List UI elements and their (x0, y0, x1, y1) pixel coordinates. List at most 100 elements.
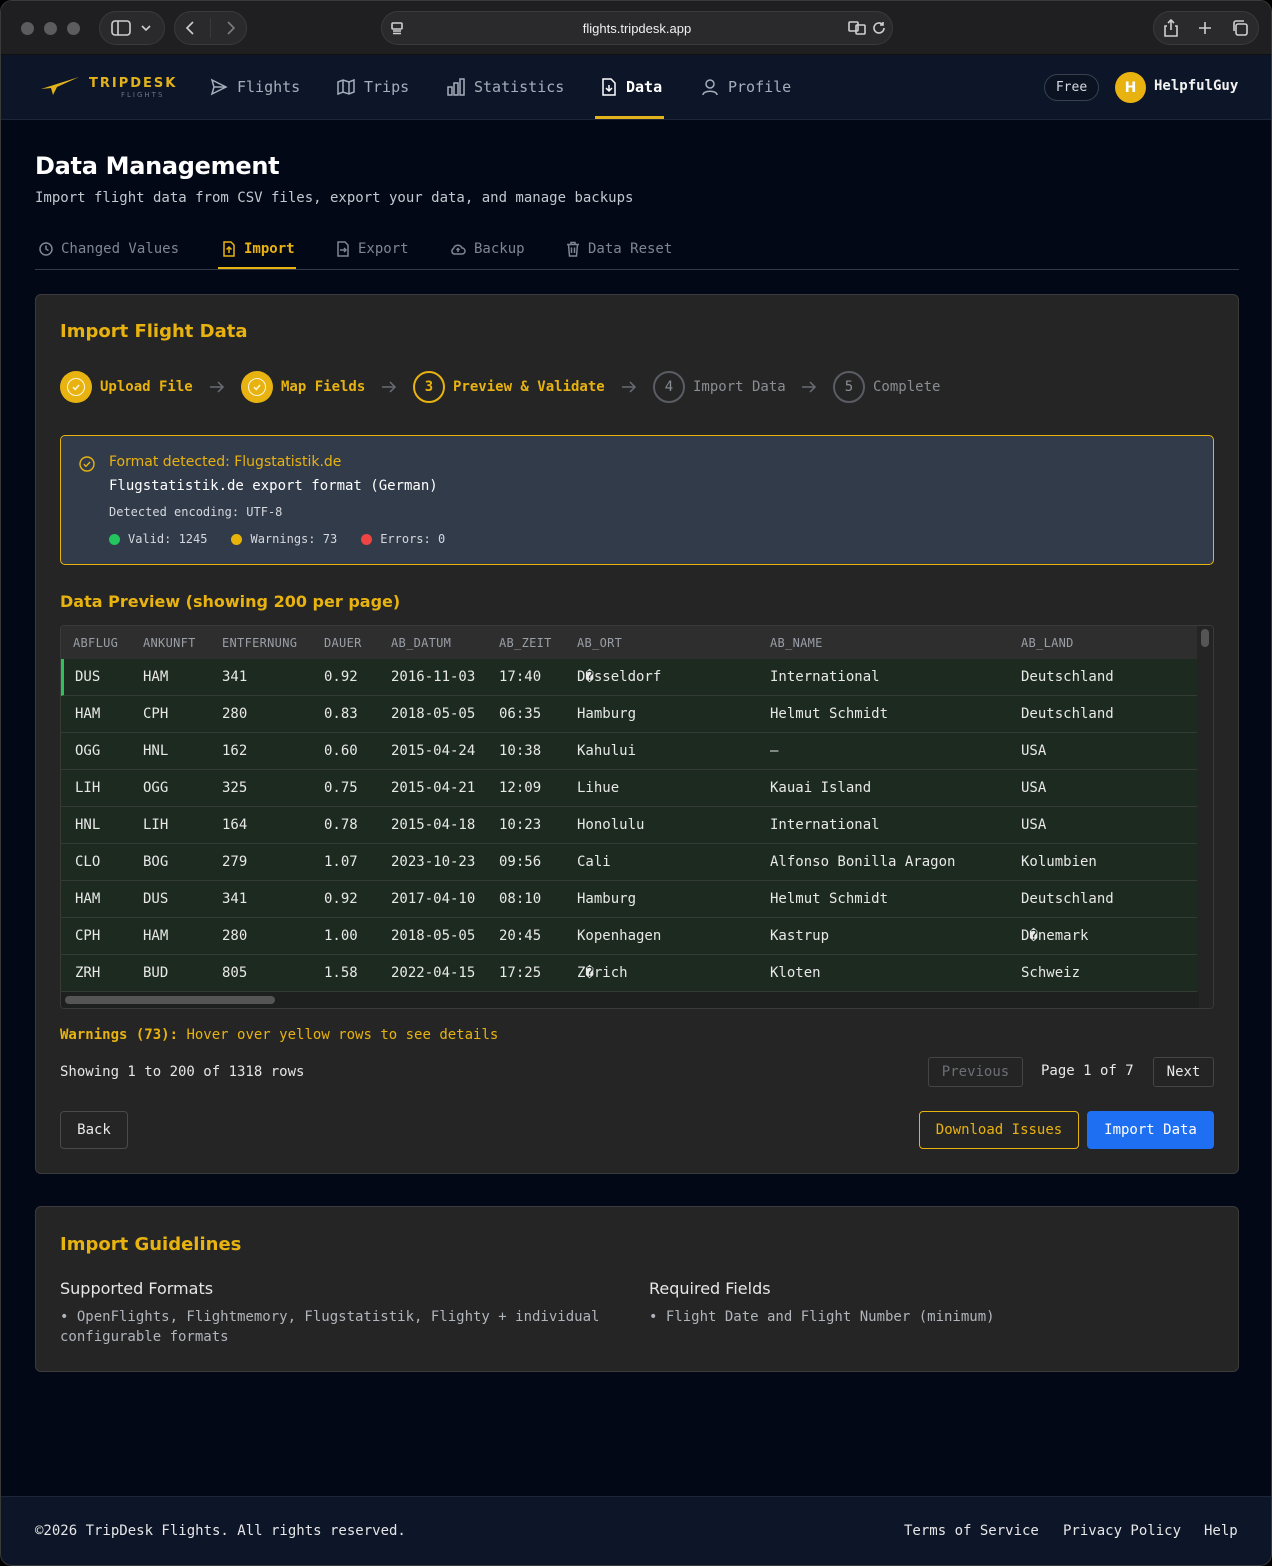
table-cell: 0.92 (324, 669, 358, 685)
column-header[interactable]: AB_NAME (770, 636, 823, 650)
table-row[interactable]: LIH OGG 325 0.75 2015-04-21 12:09 Lihue Kauai I… (61, 770, 1199, 807)
table-cell: 2022-04-15 (391, 965, 476, 981)
nav-data-label: Data (626, 78, 663, 96)
table-cell: 164 (222, 817, 248, 833)
previous-page-button[interactable]: Previous (928, 1057, 1023, 1087)
step-complete[interactable]: 5 Complete (833, 370, 940, 404)
tab-backup[interactable]: Backup (450, 241, 525, 257)
terms-link[interactable]: Terms of Service (904, 1523, 1039, 1539)
plan-badge[interactable]: Free (1044, 74, 1099, 101)
copyright: ©2026 TripDesk Flights. All rights reser… (35, 1523, 406, 1539)
table-row[interactable]: HAM DUS 341 0.92 2017-04-10 08:10 Hamburg Helmu… (61, 881, 1199, 918)
table-row[interactable]: DUS HAM 341 0.92 2016-11-03 17:40 D�sseldorf In… (61, 659, 1199, 696)
nav-statistics[interactable]: Statistics (447, 55, 564, 119)
table-row[interactable]: CPH HAM 280 1.00 2018-05-05 20:45 Kopenhagen Ka… (61, 918, 1199, 955)
translate-icon[interactable] (848, 21, 866, 35)
nav-profile[interactable]: Profile (701, 55, 791, 119)
column-header[interactable]: ABFLUG (73, 636, 118, 650)
table-row[interactable]: HAM CPH 280 0.83 2018-05-05 06:35 Hamburg Helmu… (61, 696, 1199, 733)
column-header[interactable]: AB_ZEIT (499, 636, 552, 650)
table-row[interactable]: HNL LIH 164 0.78 2015-04-18 10:23 Honolulu Inte… (61, 807, 1199, 844)
table-cell: LIH (143, 817, 169, 833)
step-map-fields[interactable]: Map Fields (241, 370, 365, 404)
tab-overview-icon[interactable] (1231, 19, 1249, 37)
nav-trips-label: Trips (364, 78, 410, 96)
map-icon (337, 78, 355, 96)
download-issues-button[interactable]: Download Issues (919, 1111, 1079, 1149)
table-row[interactable]: ZRH BUD 805 1.58 2022-04-15 17:25 Z�rich Kloten… (61, 955, 1199, 992)
tab-data-reset[interactable]: Data Reset (566, 241, 672, 257)
table-cell: USA (1021, 817, 1047, 833)
preview-table[interactable]: ABFLUG ANKUNFT ENTFERNUNG DAUER AB_DATUM… (60, 625, 1214, 1009)
arrow-right-icon (209, 379, 225, 398)
table-cell: 12:09 (499, 780, 542, 796)
table-cell: Kopenhagen (577, 928, 662, 944)
step-number: 5 (833, 371, 865, 403)
column-header[interactable]: AB_LAND (1021, 636, 1074, 650)
avatar[interactable]: H (1115, 72, 1146, 103)
reload-icon[interactable] (872, 21, 886, 35)
import-card: Import Flight Data Upload File Map Field… (35, 294, 1239, 1174)
table-cell: Hamburg (577, 891, 637, 907)
step-upload-file[interactable]: Upload File (60, 370, 193, 404)
help-link[interactable]: Help (1204, 1523, 1238, 1539)
privacy-link[interactable]: Privacy Policy (1063, 1523, 1181, 1539)
arrow-right-icon (381, 379, 397, 398)
horizontal-scrollbar[interactable] (61, 992, 1199, 1008)
table-cell: 280 (222, 928, 248, 944)
nav-statistics-label: Statistics (474, 78, 565, 96)
required-fields-text: • Flight Date and Flight Number (minimum… (649, 1309, 995, 1325)
zoom-window-button[interactable] (67, 22, 80, 35)
step-preview-validate[interactable]: 3 Preview & Validate (413, 370, 605, 404)
column-header[interactable]: ENTFERNUNG (222, 636, 297, 650)
warning-count: Warnings: 73 (250, 532, 338, 546)
column-header[interactable]: ANKUNFT (143, 636, 196, 650)
table-cell: DUS (75, 669, 101, 685)
vertical-scrollbar[interactable] (1197, 626, 1213, 1008)
back-arrow-icon[interactable] (184, 20, 198, 36)
sidebar-toggle-button[interactable] (99, 11, 165, 45)
table-cell: Helmut Schmidt (770, 891, 889, 907)
logo-subtitle: FLIGHTS (121, 91, 165, 99)
import-data-button[interactable]: Import Data (1087, 1111, 1214, 1149)
trash-icon (567, 241, 579, 257)
tripdesk-logo[interactable]: TRIPDESK FLIGHTS (39, 73, 179, 103)
table-row[interactable]: CLO BOG 279 1.07 2023-10-23 09:56 Cali Alfonso … (61, 844, 1199, 881)
table-cell: BOG (143, 854, 169, 870)
next-page-button[interactable]: Next (1153, 1057, 1214, 1087)
table-header: ABFLUG ANKUNFT ENTFERNUNG DAUER AB_DATUM… (61, 626, 1199, 659)
close-window-button[interactable] (21, 22, 34, 35)
table-cell: Deutschland (1021, 891, 1114, 907)
step-label: Upload File (100, 379, 193, 395)
table-row[interactable]: OGG HNL 162 0.60 2015-04-24 10:38 Kahului — USA (61, 733, 1199, 770)
new-tab-icon[interactable] (1197, 20, 1213, 36)
user-icon (702, 79, 718, 96)
tab-changed-values[interactable]: Changed Values (39, 241, 179, 257)
column-header[interactable]: AB_DATUM (391, 636, 451, 650)
share-icon[interactable] (1163, 19, 1179, 37)
table-cell: 10:38 (499, 743, 542, 759)
step-import-data[interactable]: 4 Import Data (653, 370, 786, 404)
url-text: flights.tripdesk.app (582, 21, 692, 36)
minimize-window-button[interactable] (44, 22, 57, 35)
username[interactable]: HelpfulGuy (1154, 78, 1238, 94)
window-actions (1153, 11, 1259, 45)
tab-import[interactable]: Import (222, 241, 295, 257)
nav-data[interactable]: Data (601, 55, 662, 119)
column-header[interactable]: AB_ORT (577, 636, 622, 650)
tab-import-label: Import (244, 241, 295, 257)
table-cell: Deutschland (1021, 706, 1114, 722)
table-cell: 10:23 (499, 817, 542, 833)
tab-export[interactable]: Export (336, 241, 409, 257)
forward-arrow-icon[interactable] (223, 20, 237, 36)
back-button[interactable]: Back (60, 1111, 128, 1149)
column-header[interactable]: DAUER (324, 636, 362, 650)
table-cell: BUD (143, 965, 169, 981)
nav-trips[interactable]: Trips (337, 55, 409, 119)
table-cell: 2018-05-05 (391, 706, 476, 722)
nav-flights[interactable]: Flights (210, 55, 300, 119)
table-cell: Kauai Island (770, 780, 872, 796)
address-bar[interactable]: flights.tripdesk.app (381, 11, 893, 45)
table-cell: Kolumbien (1021, 854, 1097, 870)
table-cell: CPH (143, 706, 169, 722)
